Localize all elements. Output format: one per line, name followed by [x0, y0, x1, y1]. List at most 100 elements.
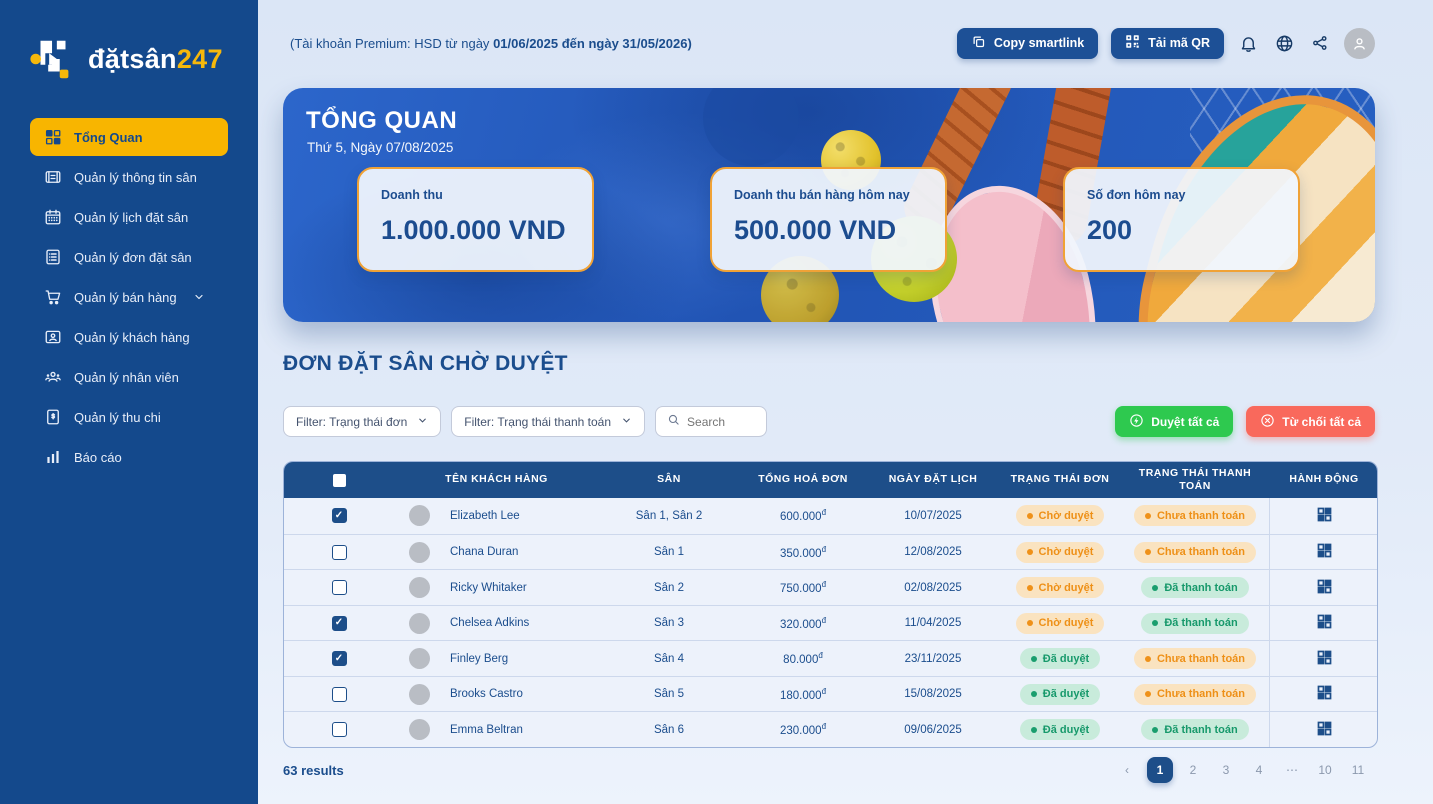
approve-all-button[interactable]: Duyệt tất cả [1115, 406, 1233, 437]
table-row: ✓Elizabeth LeeSân 1, Sân 2600.000đ10/07/… [284, 498, 1377, 534]
sidebar-item[interactable]: Quản lý khách hàng [30, 318, 228, 356]
copy-smartlink-label: Copy smartlink [994, 36, 1084, 50]
row-actions-button[interactable] [1314, 611, 1335, 635]
search-box [655, 406, 767, 437]
banner-date: Thứ 5, Ngày 07/08/2025 [307, 140, 453, 155]
chevron-down-icon [193, 291, 205, 303]
actions-grid-icon [1316, 613, 1333, 633]
actions-grid-icon [1316, 684, 1333, 704]
status-badge: Chờ duyệt [1016, 613, 1105, 634]
row-actions-button[interactable] [1314, 576, 1335, 600]
pagination-page[interactable]: 4 [1246, 757, 1272, 783]
row-checkbox[interactable]: ✓ [332, 616, 347, 631]
reject-all-button[interactable]: Từ chối tất cả [1246, 406, 1375, 437]
sidebar-item-label: Quản lý khách hàng [74, 330, 190, 345]
row-actions-button[interactable] [1314, 682, 1335, 706]
pagination-page[interactable]: 10 [1312, 757, 1338, 783]
customer-avatar [409, 613, 430, 634]
row-actions-button[interactable] [1314, 540, 1335, 564]
status-badge: Đã duyệt [1020, 684, 1100, 705]
sidebar-item[interactable]: Quản lý thông tin sân [30, 158, 228, 196]
table-header-row: TÊN KHÁCH HÀNG SÂN TỔNG HOÁ ĐƠN NGÀY ĐẶT… [284, 462, 1377, 498]
table-row: Brooks CastroSân 5180.000đ15/08/2025Đã d… [284, 676, 1377, 712]
status-badge: Đã thanh toán [1141, 577, 1248, 598]
results-count: 63 results [283, 763, 344, 778]
customer-name: Chana Duran [450, 546, 518, 558]
pagination-prev[interactable]: ‹ [1114, 757, 1140, 783]
reject-icon [1260, 413, 1275, 431]
chevron-down-icon [621, 415, 632, 429]
sidebar-item[interactable]: Quản lý lịch đặt sân [30, 198, 228, 236]
sidebar-item-label: Tổng Quan [74, 130, 143, 145]
court-cell: Sân 5 [599, 688, 739, 700]
sidebar-item[interactable]: Quản lý bán hàng [30, 278, 228, 316]
row-checkbox[interactable] [332, 545, 347, 560]
notifications-bell-icon[interactable] [1237, 34, 1260, 53]
select-all-checkbox[interactable] [332, 473, 347, 488]
stat-label: Doanh thu bán hàng hôm nay [734, 188, 923, 202]
sidebar-item[interactable]: Quản lý nhân viên [30, 358, 228, 396]
date-cell: 12/08/2025 [867, 546, 999, 558]
court-cell: Sân 2 [599, 582, 739, 594]
column-header: TỔNG HOÁ ĐƠN [739, 473, 867, 486]
stat-card-revenue: Doanh thu 1.000.000 VND [357, 167, 594, 272]
brand-name: đặtsân247 [88, 44, 223, 75]
copy-smartlink-button[interactable]: Copy smartlink [957, 28, 1098, 59]
sidebar-item-label: Quản lý lịch đặt sân [74, 210, 188, 225]
row-actions-button[interactable] [1314, 718, 1335, 742]
column-header: NGÀY ĐẶT LỊCH [867, 473, 999, 486]
search-icon [667, 413, 680, 431]
status-badge: Chờ duyệt [1016, 542, 1105, 563]
actions-grid-icon [1316, 542, 1333, 562]
filter-payment-status-dropdown[interactable]: Filter: Trạng thái thanh toán [451, 406, 645, 437]
reject-all-label: Từ chối tất cả [1282, 415, 1361, 429]
pagination: ‹1234⋯1011 [1114, 757, 1371, 783]
sidebar-item[interactable]: Quản lý đơn đặt sân [30, 238, 228, 276]
main-area: (Tài khoản Premium: HSD từ ngày 01/06/20… [258, 0, 1433, 804]
page-title: TỔNG QUAN [306, 107, 457, 135]
grid-icon [44, 128, 62, 146]
table-body: ✓Elizabeth LeeSân 1, Sân 2600.000đ10/07/… [284, 498, 1377, 747]
receipt-icon [44, 408, 62, 426]
customer-avatar [409, 505, 430, 526]
brand-logo: đặtsân247 [0, 0, 258, 84]
total-cell: 180.000đ [739, 687, 867, 702]
total-cell: 320.000đ [739, 616, 867, 631]
sidebar-item[interactable]: Báo cáo [30, 438, 228, 476]
column-header: TÊN KHÁCH HÀNG [394, 473, 599, 486]
row-actions-button[interactable] [1314, 504, 1335, 528]
pagination-page[interactable]: 3 [1213, 757, 1239, 783]
table-row: ✓Chelsea AdkinsSân 3320.000đ11/04/2025Ch… [284, 605, 1377, 641]
row-checkbox[interactable]: ✓ [332, 508, 347, 523]
row-actions-button[interactable] [1314, 647, 1335, 671]
row-checkbox[interactable] [332, 687, 347, 702]
sidebar-item[interactable]: Tổng Quan [30, 118, 228, 156]
actions-grid-icon [1316, 720, 1333, 740]
calendar-icon [44, 208, 62, 226]
court-cell: Sân 1 [599, 546, 739, 558]
sidebar-item-label: Quản lý bán hàng [74, 290, 177, 305]
pagination-page[interactable]: 2 [1180, 757, 1206, 783]
row-checkbox[interactable] [332, 722, 347, 737]
filter-order-status-dropdown[interactable]: Filter: Trạng thái đơn [283, 406, 441, 437]
language-globe-icon[interactable] [1273, 34, 1296, 53]
share-icon[interactable] [1309, 34, 1331, 52]
sidebar-item[interactable]: Quản lý thu chi [30, 398, 228, 436]
filter-label: Filter: Trạng thái đơn [296, 415, 407, 429]
stat-card-orders-today: Số đơn hôm nay 200 [1063, 167, 1300, 272]
download-qr-button[interactable]: Tải mã QR [1111, 28, 1224, 59]
column-header: SÂN [599, 473, 739, 486]
column-header: HÀNH ĐỘNG [1269, 473, 1378, 486]
row-checkbox[interactable] [332, 580, 347, 595]
cart-icon [44, 288, 62, 306]
pagination-page[interactable]: 11 [1345, 757, 1371, 783]
status-badge: Đã duyệt [1020, 719, 1100, 740]
pagination-page[interactable]: 1 [1147, 757, 1173, 783]
user-avatar[interactable] [1344, 28, 1375, 59]
search-input[interactable] [687, 415, 757, 429]
stat-value: 1.000.000 VND [381, 215, 570, 246]
court-cell: Sân 1, Sân 2 [599, 510, 739, 522]
customer-avatar [409, 719, 430, 740]
row-checkbox[interactable]: ✓ [332, 651, 347, 666]
topbar-actions: Copy smartlink Tải mã QR [957, 28, 1375, 59]
